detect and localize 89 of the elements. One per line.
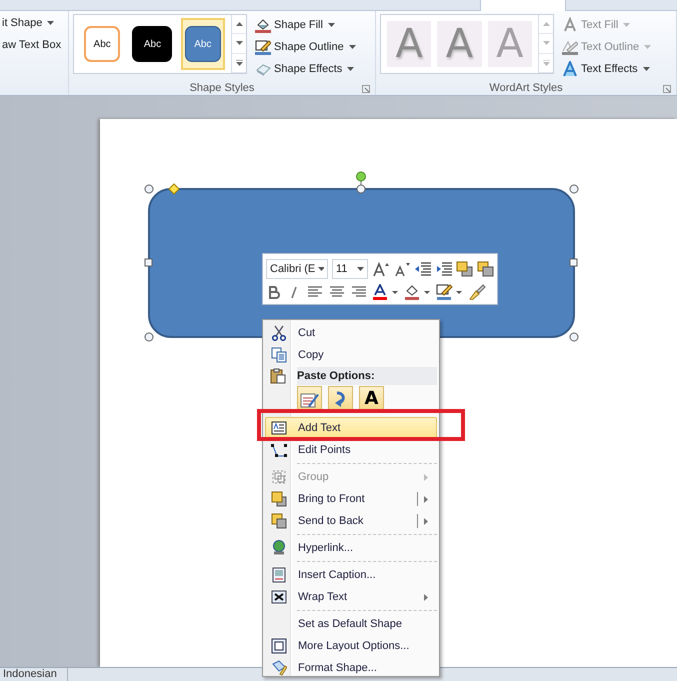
dropdown-icon <box>47 21 54 25</box>
bring-to-front-icon <box>271 491 287 507</box>
group-icon <box>271 469 287 485</box>
line-color-icon[interactable] <box>436 284 464 300</box>
resize-handle[interactable] <box>570 184 578 194</box>
resize-handle[interactable] <box>144 184 154 194</box>
letter-icon <box>562 17 578 33</box>
menu-item[interactable]: Cut <box>265 322 437 344</box>
resize-handle[interactable] <box>356 184 366 194</box>
menu-item[interactable]: Copy <box>265 344 437 366</box>
dropdown-icon <box>347 67 354 71</box>
decrease-indent-icon[interactable] <box>414 260 432 276</box>
shrink-font-icon[interactable] <box>393 260 410 276</box>
style-swatch-frame[interactable]: Abc <box>80 18 124 70</box>
dropdown-icon <box>623 23 630 27</box>
pencil-icon <box>562 39 578 55</box>
ribbon-button[interactable]: it Shape <box>0 12 68 34</box>
paint-bucket-icon <box>255 17 271 33</box>
dropdown-icon <box>357 266 364 270</box>
globe-link-icon <box>271 540 287 556</box>
dropdown-icon <box>328 23 335 27</box>
increase-indent-icon[interactable] <box>435 260 452 276</box>
format-painter-icon[interactable] <box>468 284 486 300</box>
layout-icon <box>271 638 287 654</box>
ribbon-button[interactable]: Shape Effects <box>253 58 358 80</box>
style-swatch: Abc <box>184 26 221 62</box>
clipboard-icon <box>270 368 286 384</box>
menu-item[interactable]: Hyperlink... <box>265 537 437 559</box>
style-swatch-frame[interactable]: Abc <box>130 18 175 70</box>
glowing-letter-icon <box>562 61 578 77</box>
text-box-icon <box>271 420 287 436</box>
scissors-icon <box>271 325 287 341</box>
dropdown-icon <box>642 67 650 71</box>
ribbon-button[interactable]: Shape Fill <box>253 14 358 36</box>
font-size-field[interactable]: 11 <box>332 258 368 278</box>
group-title: WordArt Styles <box>489 82 563 94</box>
style-swatch: Abc <box>132 26 172 62</box>
dialog-launcher-icon[interactable] <box>663 85 671 93</box>
font-name-field[interactable]: Calibri (E <box>266 258 328 278</box>
dialog-launcher-icon[interactable] <box>362 85 370 93</box>
submenu-arrow-icon <box>424 474 428 480</box>
align-right-icon[interactable] <box>350 284 368 300</box>
bold-icon[interactable] <box>266 284 282 300</box>
dropdown-icon <box>348 45 356 49</box>
wrap-text-icon <box>271 589 287 605</box>
paste-option-button[interactable] <box>297 386 322 411</box>
copy-icon <box>271 347 287 363</box>
dropdown-icon <box>644 45 652 49</box>
group-title: Shape Styles <box>190 82 254 94</box>
caption-icon <box>271 567 287 583</box>
dropdown-icon <box>318 266 324 270</box>
resize-handle[interactable] <box>144 258 152 266</box>
align-left-icon[interactable] <box>306 284 324 300</box>
resize-handle[interactable] <box>144 332 154 342</box>
ribbon-button[interactable]: Text Effects <box>560 58 654 80</box>
paste-option-button[interactable]: A <box>359 386 384 411</box>
send-to-back-icon <box>271 513 287 529</box>
rotation-handle[interactable] <box>356 172 366 186</box>
font-color-icon[interactable] <box>372 284 400 300</box>
menu-item[interactable]: Insert Caption... <box>265 564 437 586</box>
edit-points-icon <box>271 442 287 458</box>
format-shape-icon <box>271 660 287 676</box>
menu-item[interactable]: Wrap Text <box>265 586 437 608</box>
adjustment-handle[interactable] <box>168 183 180 195</box>
ribbon-button[interactable]: Shape Outline <box>253 36 358 58</box>
resize-handle[interactable] <box>570 332 578 342</box>
menu-item[interactable]: More Layout Options... <box>265 635 437 657</box>
menu-section-header: Paste Options: <box>297 367 437 385</box>
fill-color-icon[interactable] <box>404 284 432 300</box>
send-backward-icon[interactable] <box>477 260 494 276</box>
align-center-icon[interactable] <box>328 284 346 300</box>
paste-option-button[interactable] <box>328 386 353 411</box>
style-swatch: Abc <box>84 26 120 62</box>
menu-item[interactable]: Set as Default Shape <box>265 613 437 635</box>
grow-font-icon[interactable] <box>372 260 390 276</box>
menu-item[interactable]: Send to Back <box>265 510 437 532</box>
style-swatch-frame[interactable]: Abc <box>180 18 225 70</box>
submenu-arrow-icon <box>424 594 428 600</box>
menu-item[interactable]: Format Shape... <box>265 657 437 679</box>
language-indicator[interactable]: Indonesian <box>0 668 68 681</box>
ribbon-button[interactable]: aw Text Box <box>0 34 68 56</box>
submenu-arrow-icon <box>424 496 428 502</box>
menu-item[interactable]: Edit Points <box>265 439 437 461</box>
bring-forward-icon[interactable] <box>456 260 474 276</box>
menu-item[interactable]: Add Text <box>265 417 437 439</box>
pencil-icon <box>255 39 271 55</box>
resize-handle[interactable] <box>570 258 578 266</box>
menu-item[interactable]: Bring to Front <box>265 488 437 510</box>
submenu-arrow-icon <box>424 518 428 524</box>
